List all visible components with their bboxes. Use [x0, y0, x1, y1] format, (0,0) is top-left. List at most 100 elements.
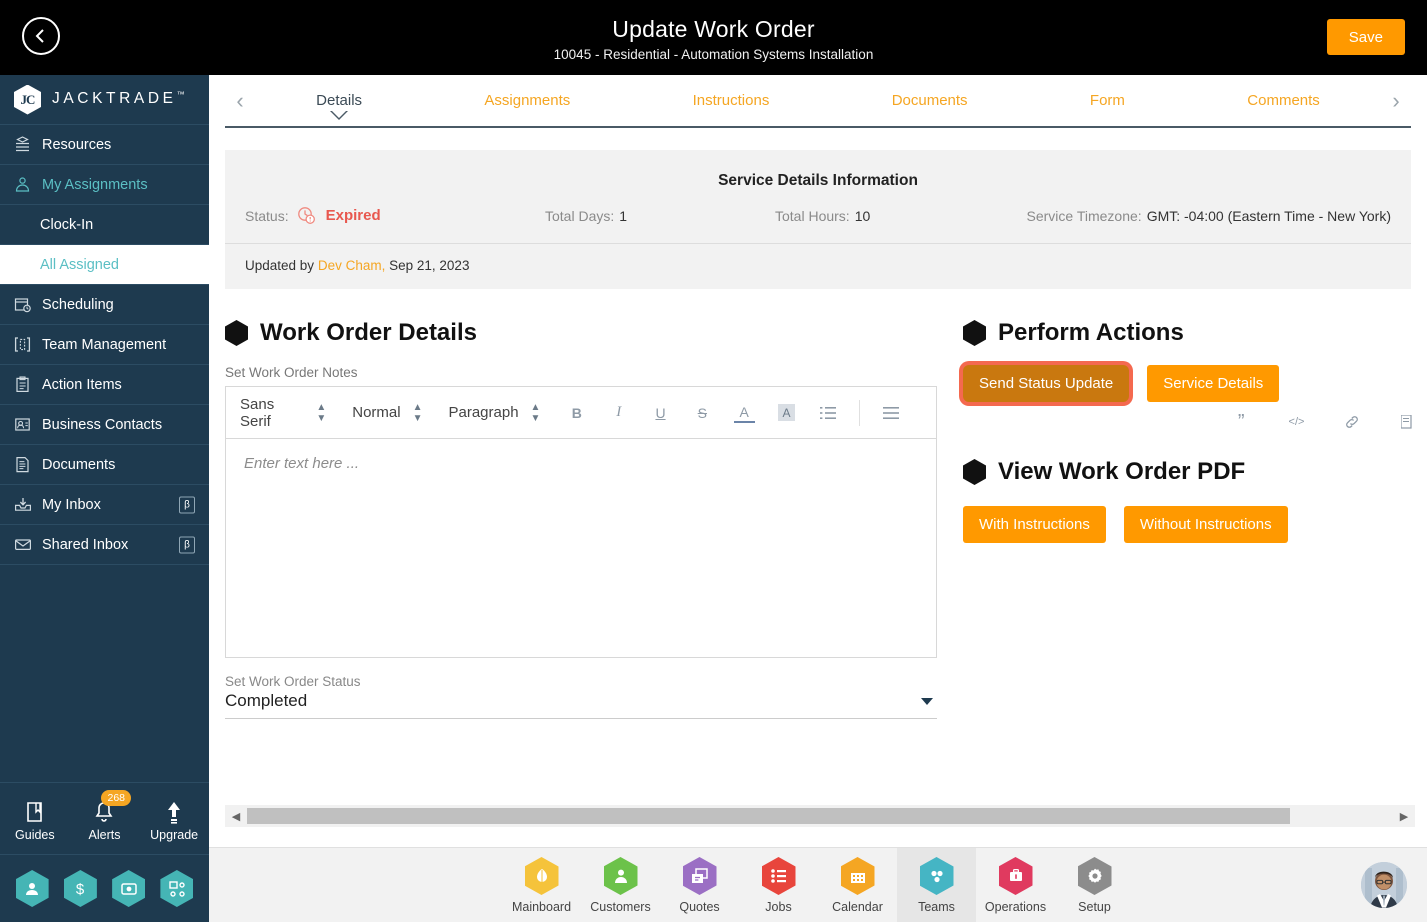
tab-documents[interactable]: Documents	[888, 92, 972, 109]
sidebar-item-shared-inbox[interactable]: Shared Inbox β	[0, 525, 209, 565]
tab-comments[interactable]: Comments	[1243, 92, 1324, 109]
total-hours-value: 10	[854, 207, 871, 224]
jobs-icon	[761, 857, 796, 895]
text-color-icon[interactable]: A	[733, 403, 755, 423]
italic-icon[interactable]: I	[608, 400, 629, 426]
sidebar-item-all-assigned[interactable]: All Assigned	[0, 245, 209, 285]
sidebar-item-action-items[interactable]: Action Items	[0, 365, 209, 405]
bottom-nav-quotes[interactable]: Quotes	[660, 848, 739, 922]
tab-label: Instructions	[692, 92, 770, 109]
block-type-value: Paragraph	[448, 404, 519, 421]
editor-placeholder: Enter text here ...	[244, 455, 360, 472]
sidebar-tool-label: Alerts	[88, 827, 121, 842]
rich-text-editor: Sans Serif ▲ ▼ Normal ▲ ▼ Paragraph ▲ ▼ B I	[225, 386, 937, 658]
editor-text-area[interactable]: Enter text here ...	[226, 439, 936, 657]
sidebar-item-alerts[interactable]: 268 Alerts	[75, 789, 133, 842]
total-hours-label: Total Hours:	[775, 207, 850, 224]
sidebar-item-business-contacts[interactable]: Business Contacts	[0, 405, 209, 445]
app-root: Update Work Order 10045 - Residential - …	[0, 0, 1427, 922]
work-order-status-select[interactable]: Set Work Order Status Completed	[225, 674, 937, 719]
sidebar-item-upgrade[interactable]: Upgrade	[145, 796, 203, 842]
scroll-left-arrow-icon[interactable]: ◀	[225, 810, 247, 823]
work-order-details-column: Work Order Details Set Work Order Notes …	[225, 319, 937, 719]
sidebar-item-guides[interactable]: Guides	[6, 796, 64, 842]
sidebar-item-label: Scheduling	[42, 296, 114, 313]
bottom-nav-calendar[interactable]: Calendar	[818, 848, 897, 922]
sidebar-item-team-management[interactable]: Team Management	[0, 325, 209, 365]
scroll-right-arrow-icon[interactable]: ▶	[1393, 810, 1415, 823]
quick-action-person[interactable]	[15, 870, 49, 907]
work-order-details-heading: Work Order Details	[225, 319, 937, 347]
font-family-select[interactable]: Sans Serif ▲ ▼	[240, 396, 326, 430]
save-button[interactable]: Save	[1326, 19, 1405, 55]
workflow-icon	[169, 880, 185, 897]
tab-instructions[interactable]: Instructions	[689, 92, 774, 109]
brand-logo[interactable]: JC JACKTRADE™	[0, 75, 209, 125]
sidebar-item-clock-in[interactable]: Clock-In	[0, 205, 209, 245]
bottom-nav-customers[interactable]: Customers	[581, 848, 660, 922]
horizontal-scrollbar[interactable]: ◀ ▶	[225, 805, 1415, 827]
service-details-button[interactable]: Service Details	[1147, 365, 1280, 402]
brand-text: JACKTRADE	[52, 90, 177, 108]
bottom-nav-teams[interactable]: Teams	[897, 848, 976, 922]
bottom-nav-operations[interactable]: Operations	[976, 848, 1055, 922]
tab-label: Details	[316, 92, 363, 109]
font-family-value: Sans Serif	[240, 395, 275, 430]
view-pdf-buttons: With Instructions Without Instructions	[963, 506, 1411, 543]
tab-next-button[interactable]: ›	[1381, 88, 1411, 114]
brand-name: JACKTRADE™	[52, 90, 185, 108]
hexagon-bullet-icon	[963, 320, 986, 346]
code-block-icon[interactable]: </>	[1288, 409, 1306, 435]
status-select-control[interactable]: Completed	[225, 689, 937, 719]
updated-by-user[interactable]: Dev Cham,	[318, 258, 386, 273]
underline-icon[interactable]: U	[650, 400, 671, 426]
font-size-select[interactable]: Normal ▲ ▼	[352, 402, 422, 423]
tab-form[interactable]: Form	[1086, 92, 1129, 109]
hexagon-bullet-icon	[963, 459, 986, 485]
ordered-list-icon[interactable]	[817, 400, 838, 426]
strikethrough-icon[interactable]: S	[692, 400, 713, 426]
bottom-nav-jobs[interactable]: Jobs	[739, 848, 818, 922]
top-header-bar: Update Work Order 10045 - Residential - …	[0, 0, 1427, 75]
link-icon[interactable]	[1343, 409, 1361, 435]
scrollbar-thumb[interactable]	[247, 808, 1290, 824]
sidebar-item-my-inbox[interactable]: My Inbox β	[0, 485, 209, 525]
quick-action-workflow[interactable]	[160, 870, 194, 907]
quick-action-money-transfer[interactable]	[112, 870, 146, 907]
tab-details[interactable]: Details	[312, 92, 366, 120]
bold-icon[interactable]: B	[566, 400, 587, 426]
with-instructions-button[interactable]: With Instructions	[963, 506, 1106, 543]
unordered-list-icon[interactable]	[880, 400, 901, 426]
highlight-color-icon[interactable]: A	[776, 400, 797, 426]
sidebar-item-resources[interactable]: Resources	[0, 125, 209, 165]
without-instructions-button[interactable]: Without Instructions	[1123, 506, 1288, 543]
total-hours-field: Total Hours: 10	[775, 208, 1020, 224]
timezone-label: Service Timezone:	[1026, 207, 1142, 224]
blockquote-icon[interactable]: ”	[1232, 409, 1250, 435]
status-select-value: Completed	[225, 691, 308, 710]
main-content: ‹ Details Assignments Instructions Document…	[209, 75, 1427, 922]
service-details-panel: Service Details Information Status: Expi…	[225, 150, 1411, 289]
chevron-updown-icon: ▲ ▼	[530, 401, 541, 424]
avatar[interactable]	[1361, 862, 1407, 908]
tab-prev-button[interactable]: ‹	[225, 88, 255, 114]
send-status-update-button[interactable]: Send Status Update	[963, 365, 1130, 402]
status-label: Status:	[245, 207, 289, 224]
image-icon[interactable]	[1398, 409, 1416, 435]
scrollbar-track[interactable]	[247, 808, 1393, 824]
section-title: View Work Order PDF	[998, 458, 1246, 485]
block-type-select[interactable]: Paragraph ▲ ▼	[448, 401, 541, 424]
tab-assignments[interactable]: Assignments	[480, 92, 574, 109]
sidebar-tool-label: Guides	[15, 827, 55, 842]
bottom-nav-mainboard[interactable]: Mainboard	[502, 848, 581, 922]
sidebar-item-label: My Assignments	[42, 176, 148, 193]
bottom-nav-setup[interactable]: Setup	[1055, 848, 1134, 922]
quick-action-dollar[interactable]: $	[63, 870, 97, 907]
view-pdf-heading: View Work Order PDF	[963, 458, 1411, 486]
sidebar-item-my-assignments[interactable]: My Assignments	[0, 165, 209, 205]
tab-bar: ‹ Details Assignments Instructions Document…	[225, 75, 1411, 128]
bottom-navigation: Mainboard Customers Quotes Jobs Calendar Team…	[209, 847, 1427, 922]
beta-badge: β	[179, 536, 195, 553]
sidebar-item-scheduling[interactable]: Scheduling	[0, 285, 209, 325]
sidebar-item-documents[interactable]: Documents	[0, 445, 209, 485]
